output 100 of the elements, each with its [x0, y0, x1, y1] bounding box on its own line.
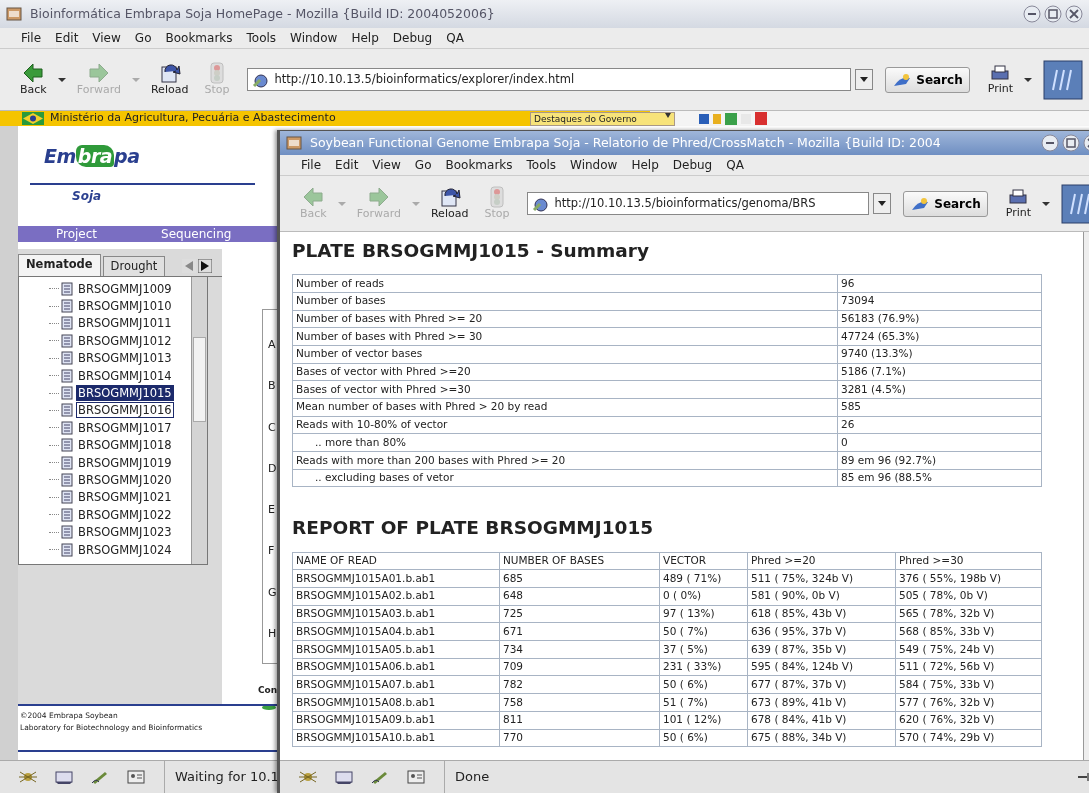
maximize-icon[interactable]	[1044, 5, 1062, 23]
mail-icon[interactable]	[334, 769, 354, 785]
highlights-dropdown[interactable]: Destaques do Governo	[530, 111, 675, 126]
pen-icon[interactable]	[90, 769, 110, 785]
card-icon[interactable]	[406, 769, 426, 785]
minimize-icon[interactable]	[1041, 134, 1059, 152]
table-cell: 636 ( 95%, 37b V)	[747, 622, 896, 641]
forward-arrow-icon	[367, 186, 390, 209]
menu-item[interactable]: Window	[563, 156, 625, 174]
tree-item[interactable]: BRSOGMMJ1010	[76, 298, 174, 315]
nav-link[interactable]: Project	[18, 225, 124, 243]
back-arrow-icon	[22, 62, 45, 85]
mail-icon[interactable]	[54, 769, 74, 785]
tree-item[interactable]: BRSOGMMJ1013	[76, 350, 174, 367]
menu-item[interactable]: File	[14, 29, 49, 47]
menu-item[interactable]: View	[85, 29, 128, 47]
page-icon	[252, 71, 269, 88]
menu-item[interactable]: Debug	[665, 156, 720, 174]
tree-item[interactable]: BRSOGMMJ1014	[76, 367, 174, 384]
tree-item[interactable]: BRSOGMMJ1015	[76, 385, 174, 402]
dropdown-caret-icon[interactable]	[1041, 200, 1051, 207]
card-icon[interactable]	[126, 769, 146, 785]
maximize-icon[interactable]	[1062, 134, 1080, 152]
cut-label: Con	[258, 685, 278, 695]
table-cell: 570 ( 74%, 29b V)	[895, 729, 1042, 747]
dropdown-caret-icon[interactable]	[1023, 76, 1033, 83]
table-cell: 770	[499, 729, 660, 747]
nav-link[interactable]: Sequencing	[123, 225, 258, 243]
scrollbar[interactable]	[1083, 232, 1089, 760]
tree-item[interactable]: BRSOGMMJ1016	[76, 402, 174, 419]
table-cell: Bases of vector with Phred >=20	[292, 363, 838, 381]
close-icon[interactable]	[1065, 5, 1083, 23]
scrollbar[interactable]	[191, 277, 207, 564]
menu-item[interactable]: Go	[407, 156, 439, 174]
document-icon	[61, 490, 73, 505]
search-button[interactable]: Search	[885, 66, 970, 93]
document-icon	[61, 525, 73, 540]
menu-item[interactable]: QA	[719, 156, 751, 174]
tree-item[interactable]: BRSOGMMJ1020	[76, 472, 174, 488]
menu-item[interactable]: Help	[624, 156, 666, 174]
table-cell: Mean number of bases with Phred > 20 by read	[292, 398, 838, 417]
logo-subtitle: Soja	[72, 187, 103, 205]
spider-icon[interactable]	[18, 769, 38, 785]
forward-arrow-icon	[87, 62, 110, 85]
menu-item[interactable]: Bookmarks	[158, 29, 240, 47]
table-cell: 26	[837, 416, 1042, 434]
table-cell: 811	[499, 711, 660, 729]
url-dropdown-button[interactable]	[873, 193, 892, 214]
reload-button[interactable]: Reload	[424, 186, 475, 221]
url-field[interactable]: http://10.10.13.5/bioinformatics/explorer/index.html	[247, 68, 852, 91]
menu-item[interactable]: Help	[344, 29, 386, 47]
row-label: F	[268, 544, 275, 558]
menu-item[interactable]: Edit	[328, 156, 366, 174]
tree-item[interactable]: BRSOGMMJ1012	[76, 332, 174, 349]
table-cell: 505 ( 78%, 0b V)	[895, 587, 1042, 606]
column-header: Phred >=20	[747, 552, 896, 570]
url-dropdown-button[interactable]	[855, 69, 874, 90]
document-icon	[61, 351, 73, 366]
reload-button[interactable]: Reload	[144, 62, 195, 97]
table-cell: 96	[837, 274, 1042, 293]
table-cell: Number of vector bases	[292, 345, 838, 364]
back-button[interactable]: Back	[14, 62, 53, 97]
tree-item[interactable]: BRSOGMMJ1019	[76, 454, 174, 471]
table-cell: .. excluding bases of vetor	[292, 469, 838, 487]
menu-item[interactable]: Tools	[239, 29, 284, 47]
tab[interactable]: Drought	[102, 255, 166, 276]
search-icon	[910, 195, 931, 212]
print-button[interactable]: Print	[999, 187, 1037, 220]
dropdown-caret-icon[interactable]	[56, 76, 67, 83]
document-icon	[61, 386, 73, 401]
table-cell: 56183 (76.9%)	[837, 310, 1042, 328]
spider-icon[interactable]	[298, 769, 318, 785]
menu-item[interactable]: File	[294, 156, 329, 174]
tree-item[interactable]: BRSOGMMJ1018	[76, 437, 174, 454]
pen-icon[interactable]	[370, 769, 390, 785]
table-cell: 584 ( 75%, 33b V)	[895, 675, 1042, 694]
menu-item[interactable]: QA	[439, 29, 471, 47]
print-button[interactable]: Print	[981, 63, 1019, 96]
minimize-icon[interactable]	[1023, 5, 1041, 23]
logo-text: Embrapa	[44, 144, 141, 169]
tree-item[interactable]: BRSOGMMJ1009	[76, 280, 174, 297]
url-field[interactable]: http://10.10.13.5/bioinformatics/genoma/BRS	[527, 192, 870, 215]
tree-item[interactable]: BRSOGMMJ1023	[76, 524, 174, 541]
tab[interactable]: Nematode	[18, 253, 101, 276]
menu-item[interactable]: Go	[127, 29, 159, 47]
tree-item[interactable]: BRSOGMMJ1021	[76, 489, 174, 506]
search-button[interactable]: Search	[903, 190, 988, 217]
scroll-right-icon[interactable]	[198, 259, 212, 273]
menu-item[interactable]: Bookmarks	[438, 156, 520, 174]
tree-item[interactable]: BRSOGMMJ1022	[76, 506, 174, 523]
tree-item[interactable]: BRSOGMMJ1017	[76, 419, 174, 436]
menu-item[interactable]: Window	[283, 29, 345, 47]
menu-item[interactable]: Debug	[385, 29, 440, 47]
table-cell: 671	[499, 622, 660, 641]
menu-item[interactable]: Tools	[519, 156, 564, 174]
tree-item[interactable]: BRSOGMMJ1024	[76, 541, 174, 558]
menu-item[interactable]: Edit	[48, 29, 86, 47]
menu-item[interactable]: View	[365, 156, 408, 174]
tree-item[interactable]: BRSOGMMJ1011	[76, 315, 174, 332]
table-cell: Number of reads	[292, 274, 838, 293]
